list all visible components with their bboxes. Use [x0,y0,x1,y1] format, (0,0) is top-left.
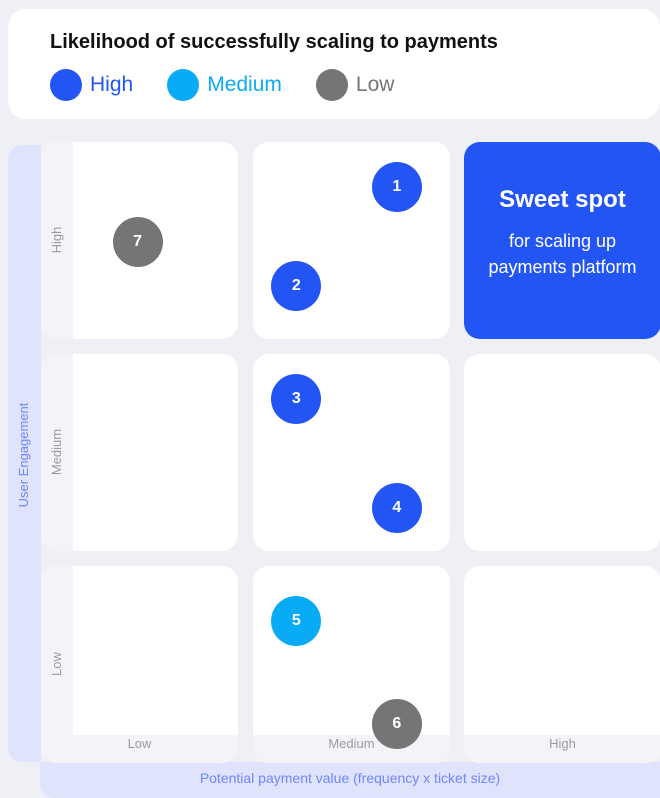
sweet-spot-text: for scaling up payments platform [488,231,637,277]
data-point-7: 7 [112,217,163,268]
legend-card: Likelihood of successfully scaling to pa… [8,9,660,119]
y-tick-label-high: High [49,226,64,254]
data-point-2: 2 [271,260,322,311]
y-tick-label-low: Low [49,652,64,676]
legend-title: Likelihood of successfully scaling to pa… [50,31,498,53]
x-axis-title: Potential payment value (frequency x tic… [199,770,501,786]
legend-dot-medium [167,69,200,101]
y-axis-title: User Engagement [16,402,31,508]
legend-item-high: High [50,69,133,101]
cell-medium-engagement-high-value [464,354,660,551]
data-point-1: 1 [371,162,422,213]
x-tick-label-high: High [549,736,576,751]
cell-high-engagement-high-value: Sweet spot for scaling up payments platfo… [464,142,660,339]
cell-low-engagement-high-value [464,566,660,763]
legend-item-low: Low [315,69,395,101]
y-tick-label-medium: Medium [49,428,64,476]
cell-low-engagement-low-value [41,566,238,763]
cell-low-engagement-medium-value [253,566,450,763]
data-point-6: 6 [371,698,422,749]
legend-dot-high [50,69,82,101]
sweet-spot-title: Sweet spot [499,186,626,213]
legend-dot-low [315,69,348,101]
legend-label-high: High [90,73,134,96]
cell-high-engagement-medium-value [253,142,450,339]
x-tick-label-medium: Medium [328,736,375,751]
legend-item-medium: Medium [167,69,282,101]
cell-medium-engagement-low-value [41,354,238,551]
data-point-4: 4 [371,482,422,533]
legend-label-low: Low [355,73,395,96]
legend-label-medium: Medium [207,73,282,96]
legend: High Medium Low [50,69,428,101]
x-tick-label-low: Low [127,736,152,751]
